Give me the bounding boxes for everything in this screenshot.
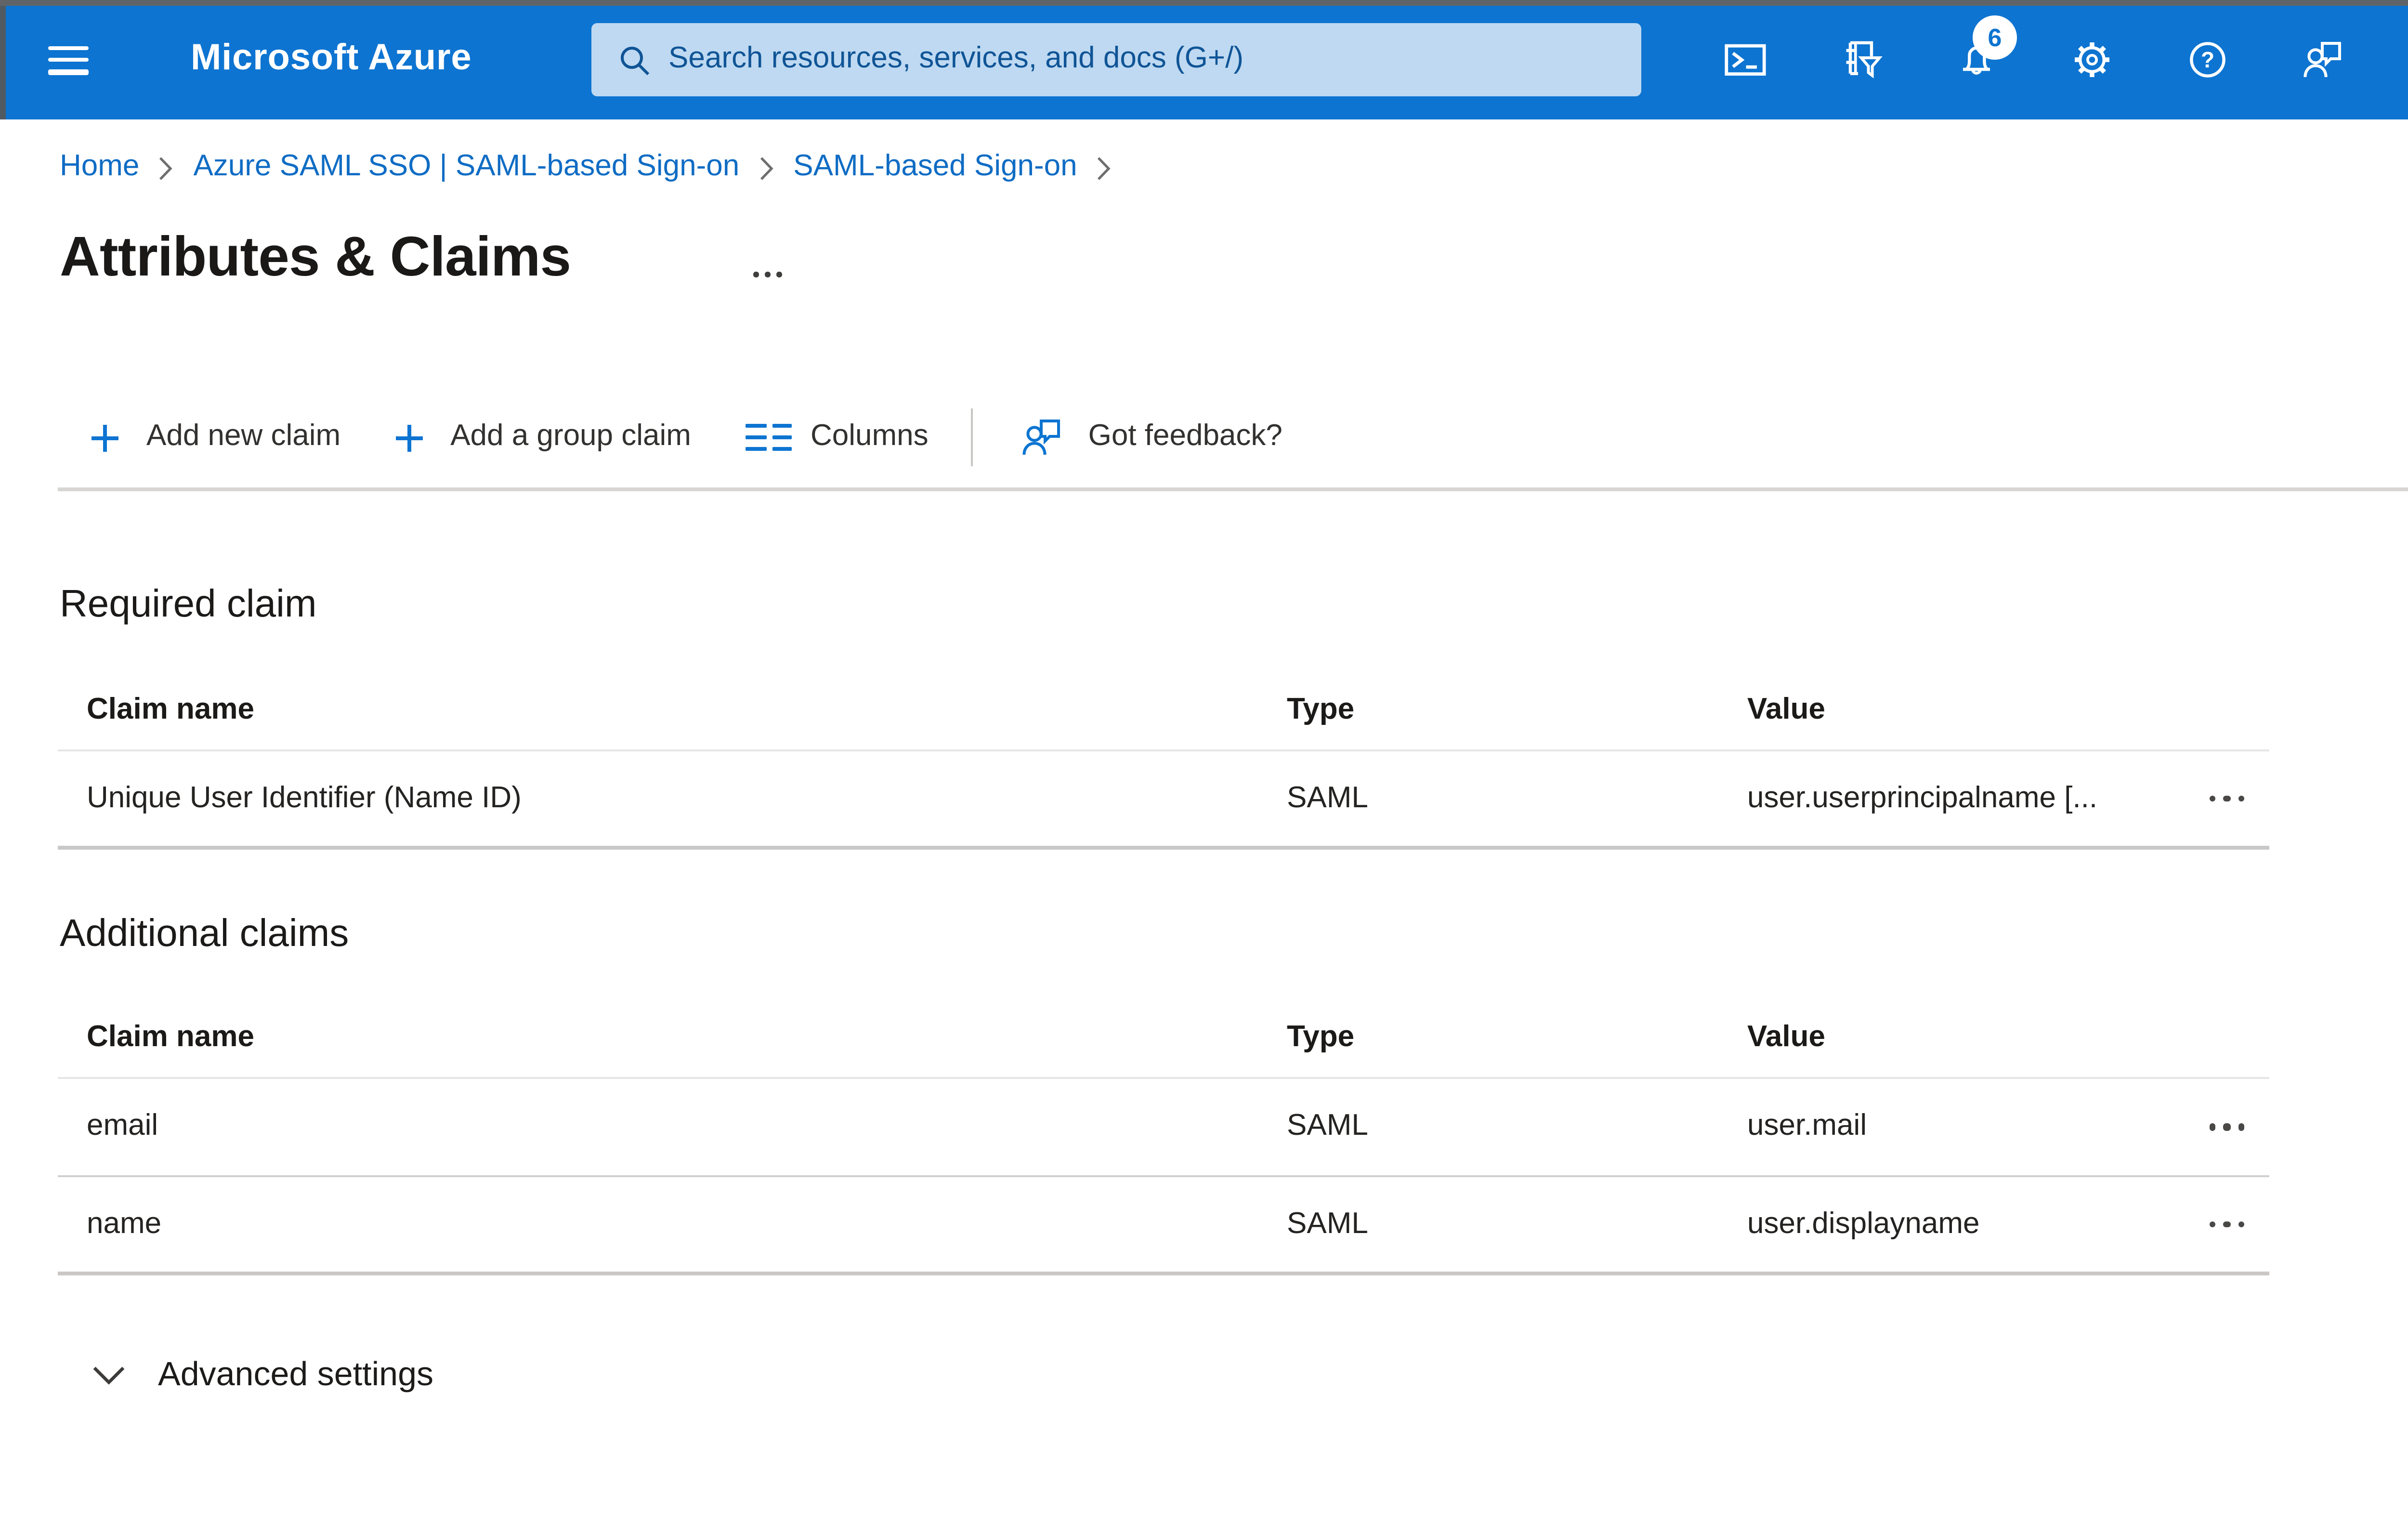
additional-claims-heading: Additional claims	[60, 913, 349, 956]
cell-type: SAML	[1287, 1110, 1368, 1142]
brand-microsoft-azure[interactable]: Microsoft Azure	[191, 39, 472, 81]
add-new-claim-label: Add new claim	[146, 420, 341, 453]
svg-text:?: ?	[2201, 47, 2214, 72]
breadcrumb-saml-signon[interactable]: SAML-based Sign-on	[793, 150, 1077, 185]
columns-icon	[745, 423, 791, 451]
columns-button[interactable]: Columns	[745, 420, 929, 455]
chevron-down-icon	[93, 1365, 125, 1384]
required-claim-table: Claim name Type Value Unique User Identi…	[58, 670, 2269, 850]
col-header-value: Value	[1747, 693, 1825, 725]
row-context-menu-icon[interactable]	[2185, 784, 2269, 814]
notification-count-badge[interactable]: 6	[1973, 15, 2017, 60]
breadcrumb-app-signon[interactable]: Azure SAML SSO | SAML-based Sign-on	[193, 150, 739, 185]
cell-claim-name: name	[87, 1207, 162, 1240]
cell-claim-name: email	[87, 1110, 158, 1142]
table-row[interactable]: name SAML user.displayname	[58, 1177, 2269, 1275]
col-header-claim-name: Claim name	[87, 693, 255, 725]
col-header-claim-name: Claim name	[87, 1020, 255, 1053]
toolbar-divider	[970, 408, 973, 466]
settings-gear-icon[interactable]	[2069, 37, 2115, 83]
cell-type: SAML	[1287, 781, 1368, 814]
cell-claim-name: Unique User Identifier (Name ID)	[87, 781, 522, 814]
global-search[interactable]	[591, 23, 1641, 96]
breadcrumb-home[interactable]: Home	[60, 150, 139, 185]
top-banner: Microsoft Azure 6	[0, 0, 2408, 119]
breadcrumb: Home Azure SAML SSO | SAML-based Sign-on…	[60, 150, 1131, 185]
title-context-menu-icon[interactable]	[747, 266, 788, 283]
window-edge-left	[0, 0, 5, 119]
directory-filter-icon[interactable]	[1838, 37, 1884, 83]
got-feedback-button[interactable]: Got feedback?	[1019, 414, 1283, 460]
add-group-claim-button[interactable]: Add a group claim	[394, 420, 691, 455]
chevron-right-icon	[759, 155, 774, 180]
search-input[interactable]	[668, 42, 1641, 77]
hamburger-menu-icon[interactable]	[48, 45, 89, 74]
plus-icon	[394, 423, 423, 452]
feedback-icon[interactable]	[2300, 37, 2346, 83]
columns-label: Columns	[810, 420, 929, 453]
got-feedback-label: Got feedback?	[1088, 420, 1283, 453]
command-bar: Add new claim Add a group claim Columns …	[91, 405, 1283, 470]
row-context-menu-icon[interactable]	[2185, 1209, 2269, 1239]
row-context-menu-icon[interactable]	[2185, 1112, 2269, 1142]
col-header-type: Type	[1287, 1020, 1355, 1053]
col-header-type: Type	[1287, 693, 1355, 725]
cell-type: SAML	[1287, 1207, 1368, 1240]
cell-value: user.mail	[1747, 1110, 1867, 1142]
help-icon[interactable]: ?	[2185, 37, 2231, 83]
page-title: Attributes & Claims	[60, 227, 571, 289]
additional-claims-table: Claim name Type Value email SAML user.ma…	[58, 998, 2269, 1275]
table-row[interactable]: email SAML user.mail	[58, 1079, 2269, 1177]
chevron-right-icon	[158, 155, 174, 180]
window-edge-top	[0, 0, 2408, 5]
chevron-right-icon	[1097, 155, 1112, 180]
search-icon	[621, 46, 650, 75]
table-header-row: Claim name Type Value	[58, 998, 2269, 1079]
azure-portal-screen: Microsoft Azure 6	[0, 0, 2408, 1523]
table-header-row: Claim name Type Value	[58, 670, 2269, 751]
plus-icon	[91, 423, 119, 452]
feedback-person-icon	[1019, 414, 1065, 460]
cloud-shell-icon[interactable]	[1722, 37, 1768, 83]
advanced-settings-label: Advanced settings	[158, 1354, 434, 1393]
toolbar-underline	[58, 487, 2408, 490]
add-group-claim-label: Add a group claim	[450, 420, 691, 453]
required-claim-heading: Required claim	[60, 584, 317, 626]
table-row[interactable]: Unique User Identifier (Name ID) SAML us…	[58, 751, 2269, 850]
cell-value: user.userprincipalname [...	[1747, 781, 2098, 814]
cell-value: user.displayname	[1747, 1207, 1980, 1240]
add-new-claim-button[interactable]: Add new claim	[91, 420, 340, 455]
advanced-settings-toggle[interactable]: Advanced settings	[92, 1354, 433, 1395]
col-header-value: Value	[1747, 1020, 1825, 1053]
